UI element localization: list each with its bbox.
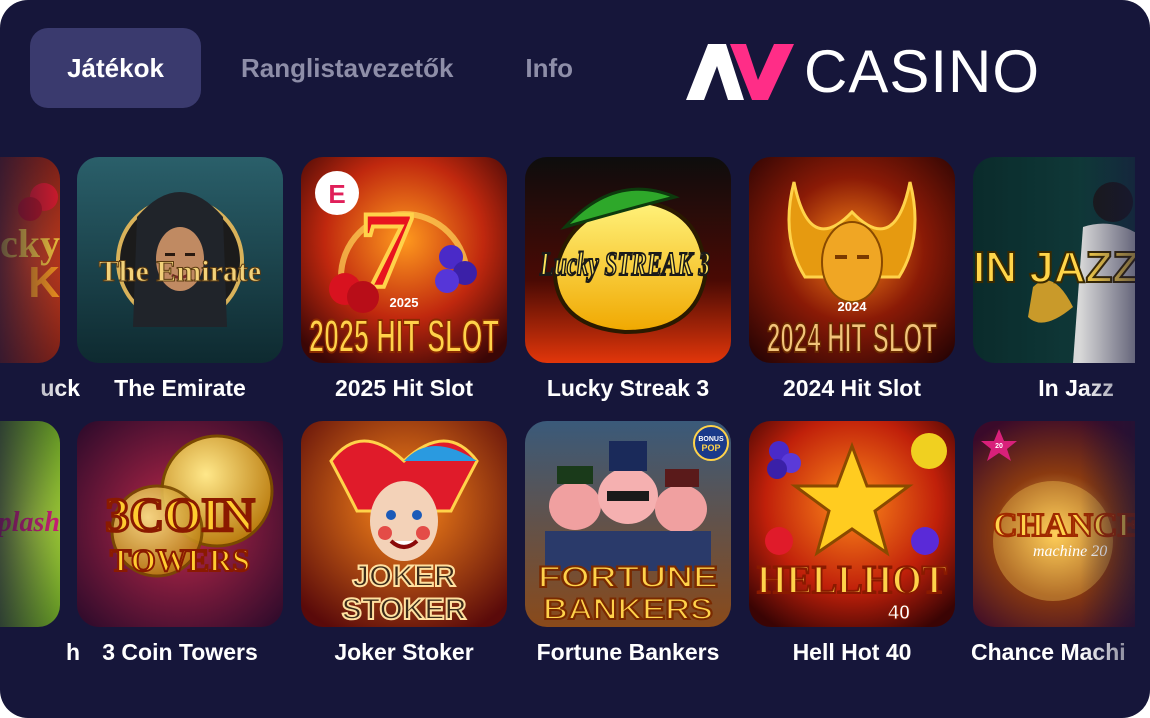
game-card[interactable]: JOKER STOKER Joker Stoker xyxy=(301,421,507,665)
game-card[interactable]: Lucky STREAK 3 Lucky Streak 3 xyxy=(525,157,731,401)
svg-text:BANKERS: BANKERS xyxy=(543,593,713,626)
game-title[interactable]: Joker Stoker xyxy=(281,639,527,666)
game-title[interactable]: Lucky Streak 3 xyxy=(505,375,751,402)
game-thumbnail[interactable]: JOKER STOKER xyxy=(301,421,507,627)
game-title[interactable]: Hell Hot 40 xyxy=(729,639,975,666)
svg-text:2024 HIT SLOT: 2024 HIT SLOT xyxy=(767,314,937,361)
game-card[interactable]: BONUS POP FORTUNE BANKERS Fortune Banker… xyxy=(525,421,731,665)
game-thumbnail[interactable]: 20 CHANCE machine 20 xyxy=(973,421,1135,627)
game-thumbnail[interactable]: 3COIN TOWERS xyxy=(77,421,283,627)
game-card[interactable]: E 7 2025 2025 HIT SLOT 2025 Hit Slot xyxy=(301,157,507,401)
svg-text:TOWERS: TOWERS xyxy=(110,542,250,578)
game-thumbnail[interactable]: Lucky STREAK 3 xyxy=(525,157,731,363)
game-thumbnail[interactable]: E 7 2025 2025 HIT SLOT xyxy=(301,157,507,363)
svg-text:The Emirate: The Emirate xyxy=(99,255,261,288)
game-title[interactable]: 2025 Hit Slot xyxy=(281,375,527,402)
game-card[interactable]: 3COIN TOWERS 3 Coin Towers xyxy=(77,421,283,665)
svg-text:20: 20 xyxy=(995,443,1003,450)
game-thumbnail[interactable]: IN JAZZ xyxy=(973,157,1135,363)
game-title[interactable]: The Emirate xyxy=(57,375,303,402)
svg-text:STOKER: STOKER xyxy=(342,593,467,626)
game-title[interactable]: 2024 Hit Slot xyxy=(729,375,975,402)
svg-text:3COIN: 3COIN xyxy=(105,489,255,542)
game-title[interactable]: Fortune Bankers xyxy=(505,639,751,666)
svg-text:40: 40 xyxy=(888,602,910,624)
svg-text:HELLHOT: HELLHOT xyxy=(757,557,947,602)
svg-text:2025: 2025 xyxy=(390,295,419,310)
game-thumbnail[interactable]: Splash xyxy=(0,421,60,627)
game-title[interactable]: Chance Machi xyxy=(971,639,1135,666)
svg-text:2025 HIT SLOT: 2025 HIT SLOT xyxy=(309,310,499,362)
svg-text:E: E xyxy=(328,179,345,209)
game-card[interactable]: Splash h xyxy=(0,421,80,665)
svg-text:JOKER: JOKER xyxy=(352,560,456,593)
game-card[interactable]: The Emirate The Emirate xyxy=(77,157,283,401)
svg-text:IN JAZZ: IN JAZZ xyxy=(973,243,1135,292)
game-title[interactable]: 3 Coin Towers xyxy=(57,639,303,666)
svg-text:CHANCE: CHANCE xyxy=(993,507,1135,544)
svg-text:K: K xyxy=(28,258,60,307)
games-row-2: Splash h 3COIN TOWERS 3 Coin xyxy=(0,421,1135,665)
svg-text:Lucky STREAK 3: Lucky STREAK 3 xyxy=(539,246,710,283)
game-thumbnail[interactable]: The Emirate xyxy=(77,157,283,363)
svg-text:2024: 2024 xyxy=(838,299,868,314)
casino-panel: Játékok Ranglistavezetők Info CASINO Luc… xyxy=(0,0,1150,718)
game-card[interactable]: HELLHOT 40 Hell Hot 40 xyxy=(749,421,955,665)
game-title[interactable]: In Jazz xyxy=(953,375,1135,402)
game-card[interactable]: 20 CHANCE machine 20 Chance Machi xyxy=(971,421,1135,665)
svg-text:Splash: Splash xyxy=(0,507,60,538)
svg-text:BONUS: BONUS xyxy=(698,436,724,443)
svg-text:POP: POP xyxy=(701,443,720,453)
svg-text:machine 20: machine 20 xyxy=(1033,543,1107,560)
game-thumbnail[interactable]: Lucky K xyxy=(0,157,60,363)
games-row-1: Lucky K uck The E xyxy=(0,157,1135,401)
game-card[interactable]: Lucky K uck xyxy=(0,157,80,401)
game-thumbnail[interactable]: 2024 2024 HIT SLOT xyxy=(749,157,955,363)
game-card[interactable]: 2024 2024 HIT SLOT 2024 Hit Slot xyxy=(749,157,955,401)
game-card[interactable]: IN JAZZ In Jazz xyxy=(973,157,1135,401)
game-thumbnail[interactable]: BONUS POP FORTUNE BANKERS xyxy=(525,421,731,627)
game-thumbnail[interactable]: HELLHOT 40 xyxy=(749,421,955,627)
svg-text:FORTUNE: FORTUNE xyxy=(538,561,718,594)
